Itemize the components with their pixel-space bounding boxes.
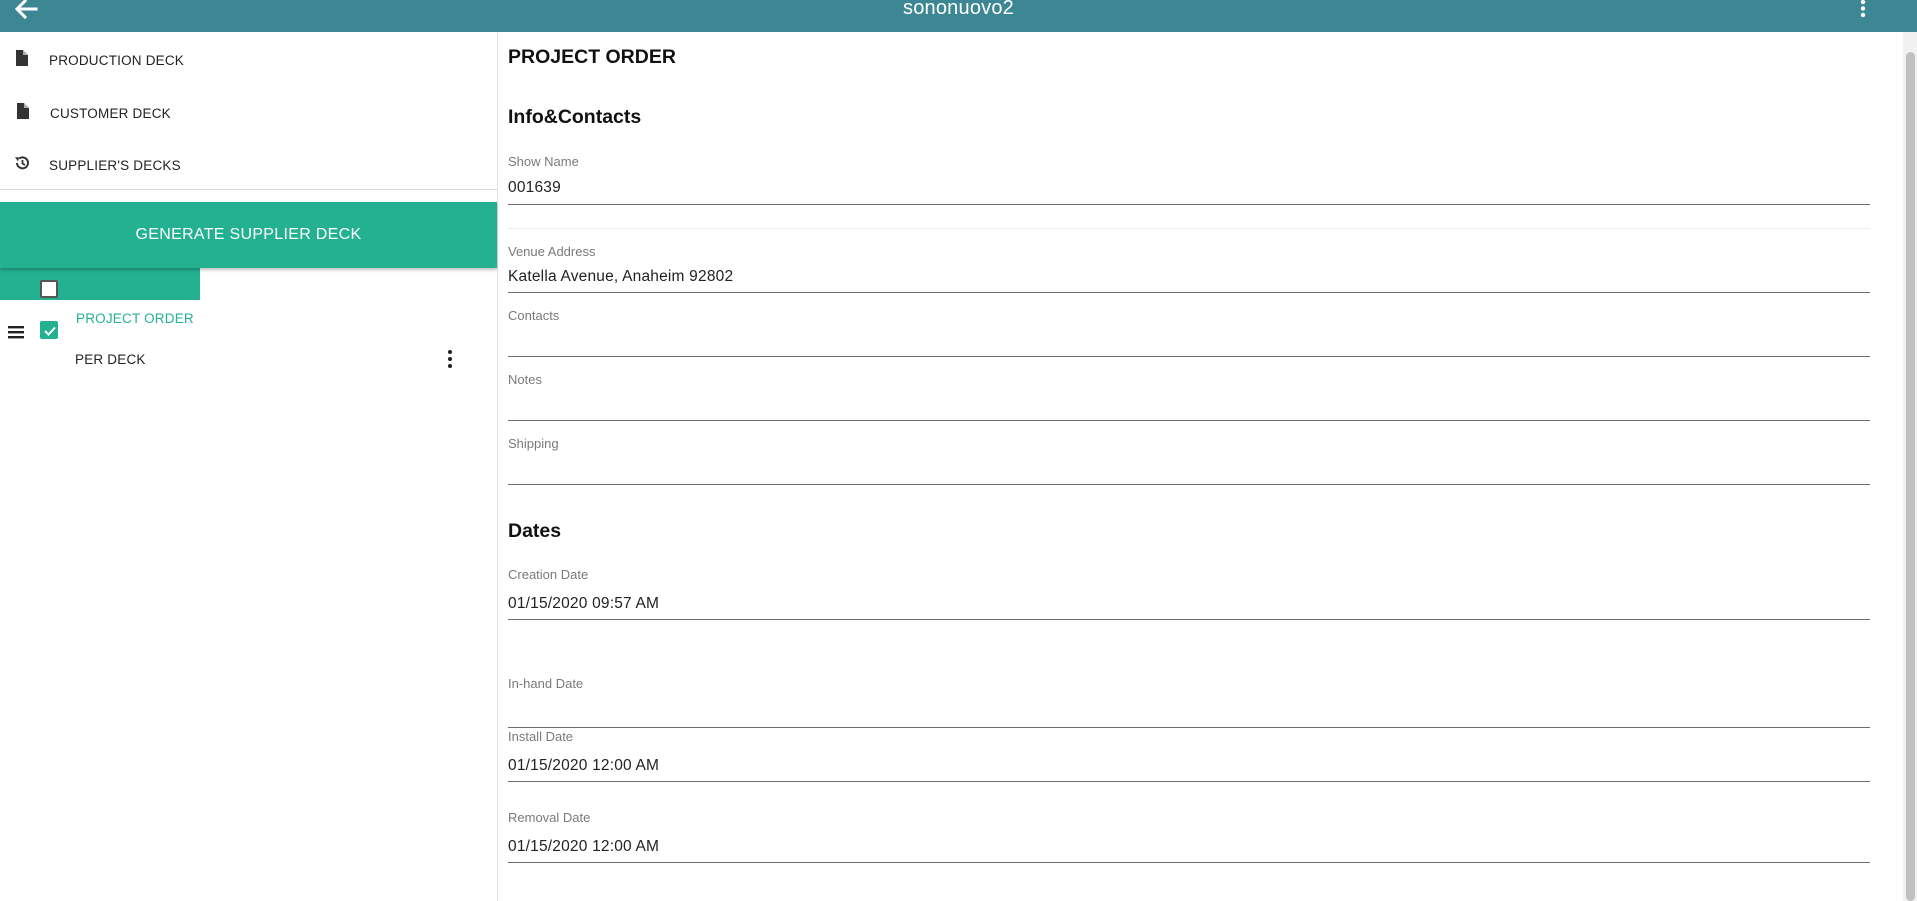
tree-item-per-deck[interactable]: PER DECK [0, 312, 497, 368]
field-label: Removal Date [508, 810, 591, 825]
sidebar: PRODUCTION DECK CUSTOMER DECK SUPPLIER'S… [0, 32, 498, 901]
app-title: sononuovo2 [903, 0, 1014, 19]
notes-field[interactable]: Notes [508, 372, 1870, 436]
removal-date-field[interactable]: Removal Date [508, 810, 1870, 890]
main-content: PROJECT ORDER Info&Contacts Show Name Ve… [498, 32, 1903, 901]
field-label: In-hand Date [508, 676, 584, 691]
field-label: Install Date [508, 729, 574, 744]
field-underline [508, 292, 1870, 293]
sidebar-item-label: CUSTOMER DECK [50, 106, 171, 121]
sidebar-item-customer-deck[interactable]: CUSTOMER DECK [0, 92, 497, 132]
contacts-field[interactable]: Contacts [508, 308, 1870, 372]
more-vertical-icon [1860, 0, 1866, 18]
sidebar-item-suppliers-decks[interactable]: SUPPLIER'S DECKS [0, 144, 497, 184]
shipping-input[interactable] [508, 460, 1870, 478]
field-underline [508, 862, 1870, 863]
tree-item-project-order[interactable]: PROJECT ORDER [0, 272, 497, 326]
field-underline [508, 781, 1870, 782]
sidebar-item-label: PRODUCTION DECK [49, 53, 185, 68]
field-label: Shipping [508, 436, 559, 451]
field-label: Notes [508, 372, 542, 387]
file-icon [17, 103, 29, 119]
home-icon[interactable] [7, 283, 25, 301]
field-underline [508, 484, 1870, 485]
check-icon [44, 326, 56, 336]
divider [508, 228, 1870, 229]
sidebar-item-label: SUPPLIER'S DECKS [49, 158, 181, 173]
field-label: Venue Address [508, 244, 596, 259]
section-title-info-contacts: Info&Contacts [508, 106, 642, 128]
field-underline [508, 727, 1870, 728]
tree-item-more-button[interactable] [440, 347, 460, 371]
section-title-dates: Dates [508, 520, 562, 542]
field-underline [508, 420, 1870, 421]
tree-item-label[interactable]: PER DECK [75, 352, 146, 367]
creation-date-field[interactable]: Creation Date [508, 567, 1870, 659]
page-title: PROJECT ORDER [508, 46, 676, 68]
inhand-date-input[interactable] [508, 702, 1870, 720]
field-label: Contacts [508, 308, 560, 323]
sidebar-item-production-deck[interactable]: PRODUCTION DECK [0, 39, 497, 79]
field-label: Creation Date [508, 567, 589, 582]
checkbox-per-deck[interactable] [40, 321, 58, 339]
contacts-input[interactable] [508, 332, 1870, 350]
show-name-field[interactable]: Show Name [508, 154, 1870, 246]
field-underline [508, 356, 1870, 357]
show-name-input[interactable] [508, 179, 1870, 197]
creation-date-input[interactable] [508, 595, 1870, 613]
file-icon [16, 50, 28, 66]
more-options-button[interactable] [1850, 0, 1876, 22]
shipping-field[interactable]: Shipping [508, 436, 1870, 500]
generate-supplier-deck-button[interactable]: GENERATE SUPPLIER DECK [0, 202, 497, 268]
scrollbar-thumb[interactable] [1906, 52, 1915, 901]
field-label: Show Name [508, 154, 579, 169]
more-vertical-icon [448, 350, 452, 368]
field-underline [508, 204, 1870, 205]
removal-date-input[interactable] [508, 838, 1870, 856]
venue-address-input[interactable] [508, 268, 1870, 286]
app-bar: sononuovo2 [0, 0, 1917, 32]
divider [0, 189, 497, 190]
notes-input[interactable] [508, 396, 1870, 414]
history-icon [15, 156, 29, 170]
field-underline [508, 619, 1870, 620]
install-date-input[interactable] [508, 757, 1870, 775]
checkbox-project-order[interactable] [40, 280, 58, 298]
menu-icon[interactable] [7, 323, 25, 341]
install-date-field[interactable]: Install Date [508, 729, 1870, 809]
